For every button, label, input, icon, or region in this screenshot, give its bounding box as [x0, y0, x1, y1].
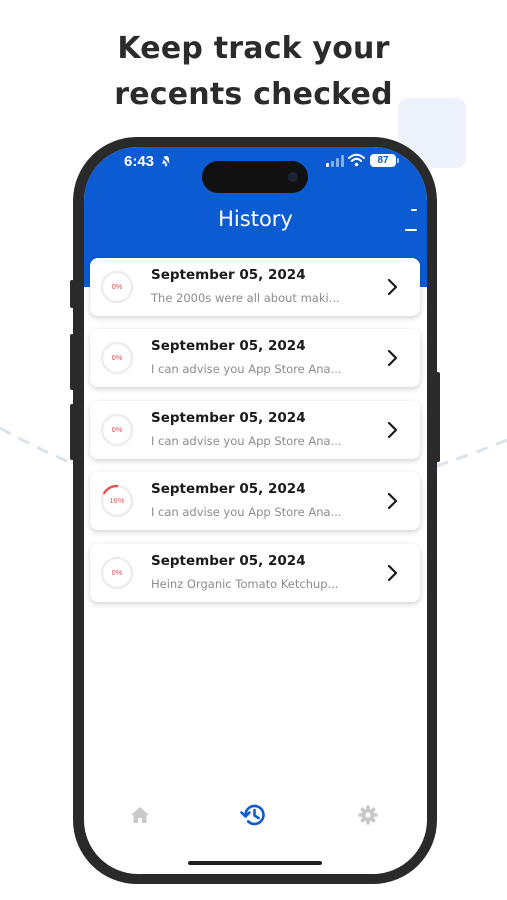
status-time: 6:43 — [124, 153, 155, 170]
history-icon[interactable] — [240, 802, 268, 828]
history-card[interactable]: 0% September 05, 2024 Heinz Organic Toma… — [90, 544, 420, 602]
history-card[interactable]: 0% September 05, 2024 I can advise you A… — [90, 329, 420, 387]
phone-action-button — [70, 280, 74, 308]
gear-icon[interactable] — [358, 805, 378, 825]
card-date: September 05, 2024 — [151, 410, 306, 426]
menu-icon[interactable] — [397, 207, 417, 237]
history-card[interactable]: 0% September 05, 2024 The 2000s were all… — [90, 258, 420, 316]
card-preview: I can advise you App Store Ana... — [151, 362, 342, 376]
phone-screen: 6:43 87 History 0% September 05, 2024 Th… — [84, 147, 427, 874]
card-date: September 05, 2024 — [151, 267, 306, 283]
history-card[interactable]: 16% September 05, 2024 I can advise you … — [90, 472, 420, 530]
progress-label: 0% — [111, 353, 123, 362]
progress-label: 0% — [111, 568, 123, 577]
card-preview: I can advise you App Store Ana... — [151, 505, 342, 519]
cellular-signal-icon — [326, 155, 344, 167]
home-icon[interactable] — [130, 806, 150, 824]
wifi-icon — [348, 153, 365, 167]
chevron-right-icon — [387, 492, 398, 510]
card-preview: I can advise you App Store Ana... — [151, 434, 342, 448]
battery-tip — [397, 158, 399, 163]
progress-label: 0% — [111, 425, 123, 434]
dynamic-island — [202, 161, 308, 193]
card-preview: Heinz Organic Tomato Ketchup... — [151, 577, 339, 591]
battery-indicator: 87 — [370, 154, 396, 167]
chevron-right-icon — [387, 564, 398, 582]
card-date: September 05, 2024 — [151, 553, 306, 569]
chevron-right-icon — [387, 421, 398, 439]
card-date: September 05, 2024 — [151, 338, 306, 354]
history-card[interactable]: 0% September 05, 2024 I can advise you A… — [90, 401, 420, 459]
card-preview: The 2000s were all about maki... — [151, 291, 340, 305]
page-title: History — [218, 207, 293, 231]
camera-icon — [288, 172, 298, 182]
phone-volume-down-button — [70, 404, 74, 460]
home-indicator — [188, 861, 322, 865]
progress-label: 0% — [111, 282, 123, 291]
card-date: September 05, 2024 — [151, 481, 306, 497]
bell-icon — [160, 155, 172, 167]
phone-volume-up-button — [70, 334, 74, 390]
progress-label: 16% — [109, 496, 125, 505]
chevron-right-icon — [387, 278, 398, 296]
chevron-right-icon — [387, 349, 398, 367]
phone-power-button — [436, 372, 440, 462]
